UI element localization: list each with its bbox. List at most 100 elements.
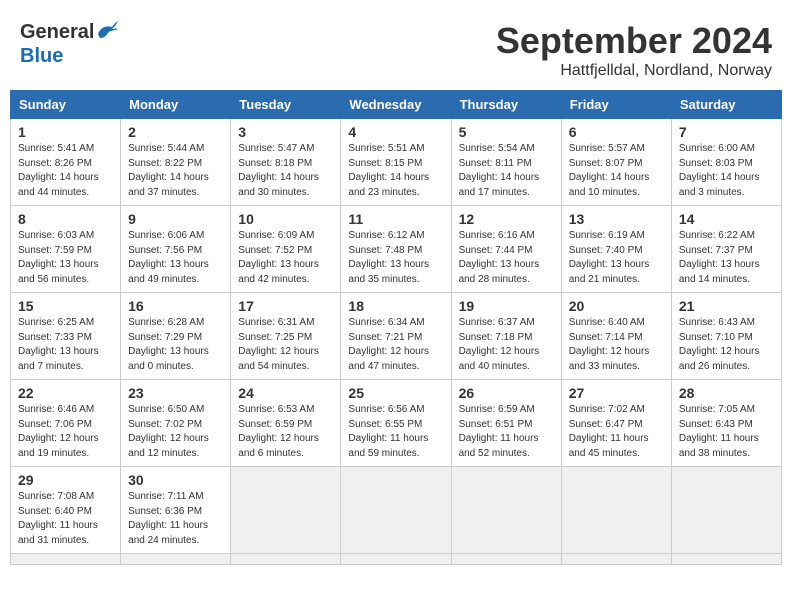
calendar-cell (11, 554, 121, 565)
day-number: 9 (128, 211, 223, 227)
calendar-cell (561, 467, 671, 554)
day-number: 25 (348, 385, 443, 401)
calendar-cell: 30 Sunrise: 7:11 AMSunset: 6:36 PMDayligh… (121, 467, 231, 554)
day-info: Sunrise: 6:06 AMSunset: 7:56 PMDaylight:… (128, 229, 223, 287)
day-number: 8 (18, 211, 113, 227)
calendar-cell: 22Sunrise: 6:46 AMSunset: 7:06 PMDayligh… (11, 380, 121, 467)
day-number: 14 (679, 211, 774, 227)
calendar-cell: 6 Sunrise: 5:57 AMSunset: 8:07 PMDaylight… (561, 119, 671, 206)
day-info: Sunrise: 5:51 AMSunset: 8:15 PMDaylight:… (348, 142, 443, 200)
day-number: 21 (679, 298, 774, 314)
calendar-cell: 16Sunrise: 6:28 AMSunset: 7:29 PMDayligh… (121, 293, 231, 380)
day-number: 12 (459, 211, 554, 227)
day-info: Sunrise: 7:11 AMSunset: 6:36 PMDaylight:… (128, 490, 223, 548)
day-number: 18 (348, 298, 443, 314)
day-number: 29 (18, 472, 113, 488)
day-info: Sunrise: 6:50 AMSunset: 7:02 PMDaylight:… (128, 403, 223, 461)
day-number: 24 (238, 385, 333, 401)
calendar-cell: 9 Sunrise: 6:06 AMSunset: 7:56 PMDaylight… (121, 206, 231, 293)
calendar-row: 29 Sunrise: 7:08 AMSunset: 6:40 PMDayligh… (11, 467, 782, 554)
day-number: 7 (679, 124, 774, 140)
logo-bird-icon (96, 20, 118, 45)
day-number: 30 (128, 472, 223, 488)
calendar-cell: 15 Sunrise: 6:25 AMSunset: 7:33 PMDayligh… (11, 293, 121, 380)
weekday-header: Wednesday (341, 91, 451, 119)
day-info: Sunrise: 7:05 AMSunset: 6:43 PMDaylight:… (679, 403, 774, 461)
day-number: 19 (459, 298, 554, 314)
day-number: 1 (18, 124, 113, 140)
day-info: Sunrise: 6:22 AMSunset: 7:37 PMDaylight:… (679, 229, 774, 287)
calendar-cell (451, 554, 561, 565)
location: Hattfjelldal, Nordland, Norway (496, 62, 772, 80)
day-info: Sunrise: 6:09 AMSunset: 7:52 PMDaylight:… (238, 229, 333, 287)
calendar-cell: 1 Sunrise: 5:41 AMSunset: 8:26 PMDaylight… (11, 119, 121, 206)
calendar-cell (231, 467, 341, 554)
calendar-cell: 24 Sunrise: 6:53 AMSunset: 6:59 PMDayligh… (231, 380, 341, 467)
day-number: 4 (348, 124, 443, 140)
calendar-row: 15 Sunrise: 6:25 AMSunset: 7:33 PMDayligh… (11, 293, 782, 380)
calendar-cell: 29 Sunrise: 7:08 AMSunset: 6:40 PMDayligh… (11, 467, 121, 554)
day-info: Sunrise: 7:08 AMSunset: 6:40 PMDaylight:… (18, 490, 113, 548)
calendar-table: SundayMondayTuesdayWednesdayThursdayFrid… (10, 90, 782, 565)
weekday-header: Saturday (671, 91, 781, 119)
day-info: Sunrise: 6:12 AMSunset: 7:48 PMDaylight:… (348, 229, 443, 287)
day-number: 13 (569, 211, 664, 227)
day-info: Sunrise: 6:37 AMSunset: 7:18 PMDaylight:… (459, 316, 554, 374)
calendar-cell: 17Sunrise: 6:31 AMSunset: 7:25 PMDayligh… (231, 293, 341, 380)
day-info: Sunrise: 6:00 AMSunset: 8:03 PMDaylight:… (679, 142, 774, 200)
day-number: 6 (569, 124, 664, 140)
day-info: Sunrise: 5:44 AMSunset: 8:22 PMDaylight:… (128, 142, 223, 200)
day-info: Sunrise: 6:25 AMSunset: 7:33 PMDaylight:… (18, 316, 113, 374)
day-number: 15 (18, 298, 113, 314)
day-info: Sunrise: 7:02 AMSunset: 6:47 PMDaylight:… (569, 403, 664, 461)
calendar-cell: 3Sunrise: 5:47 AMSunset: 8:18 PMDaylight… (231, 119, 341, 206)
calendar-cell: 25Sunrise: 6:56 AMSunset: 6:55 PMDayligh… (341, 380, 451, 467)
day-info: Sunrise: 6:34 AMSunset: 7:21 PMDaylight:… (348, 316, 443, 374)
day-info: Sunrise: 6:43 AMSunset: 7:10 PMDaylight:… (679, 316, 774, 374)
calendar-row: 1 Sunrise: 5:41 AMSunset: 8:26 PMDaylight… (11, 119, 782, 206)
day-number: 28 (679, 385, 774, 401)
logo-blue: Blue (20, 45, 63, 67)
calendar-cell (671, 554, 781, 565)
calendar-cell: 20Sunrise: 6:40 AMSunset: 7:14 PMDayligh… (561, 293, 671, 380)
calendar-cell (671, 467, 781, 554)
calendar-cell: 26 Sunrise: 6:59 AMSunset: 6:51 PMDayligh… (451, 380, 561, 467)
day-info: Sunrise: 5:41 AMSunset: 8:26 PMDaylight:… (18, 142, 113, 200)
day-info: Sunrise: 6:59 AMSunset: 6:51 PMDaylight:… (459, 403, 554, 461)
weekday-header: Thursday (451, 91, 561, 119)
day-info: Sunrise: 6:03 AMSunset: 7:59 PMDaylight:… (18, 229, 113, 287)
page-header: General Blue September 2024 Hattfjelldal… (10, 10, 782, 85)
calendar-cell: 11Sunrise: 6:12 AMSunset: 7:48 PMDayligh… (341, 206, 451, 293)
day-info: Sunrise: 5:54 AMSunset: 8:11 PMDaylight:… (459, 142, 554, 200)
day-info: Sunrise: 6:40 AMSunset: 7:14 PMDaylight:… (569, 316, 664, 374)
day-number: 27 (569, 385, 664, 401)
day-number: 23 (128, 385, 223, 401)
day-number: 10 (238, 211, 333, 227)
calendar-cell (451, 467, 561, 554)
calendar-cell: 4 Sunrise: 5:51 AMSunset: 8:15 PMDaylight… (341, 119, 451, 206)
day-info: Sunrise: 6:31 AMSunset: 7:25 PMDaylight:… (238, 316, 333, 374)
calendar-cell: 19 Sunrise: 6:37 AMSunset: 7:18 PMDayligh… (451, 293, 561, 380)
calendar-row (11, 554, 782, 565)
calendar-cell (561, 554, 671, 565)
calendar-cell (341, 554, 451, 565)
calendar-cell (341, 467, 451, 554)
calendar-row: 8 Sunrise: 6:03 AMSunset: 7:59 PMDaylight… (11, 206, 782, 293)
calendar-cell (231, 554, 341, 565)
day-number: 16 (128, 298, 223, 314)
day-info: Sunrise: 5:47 AMSunset: 8:18 PMDaylight:… (238, 142, 333, 200)
calendar-row: 22Sunrise: 6:46 AMSunset: 7:06 PMDayligh… (11, 380, 782, 467)
calendar-cell: 23 Sunrise: 6:50 AMSunset: 7:02 PMDayligh… (121, 380, 231, 467)
title-block: September 2024 Hattfjelldal, Nordland, N… (496, 20, 772, 80)
day-number: 26 (459, 385, 554, 401)
day-info: Sunrise: 6:19 AMSunset: 7:40 PMDaylight:… (569, 229, 664, 287)
day-info: Sunrise: 6:16 AMSunset: 7:44 PMDaylight:… (459, 229, 554, 287)
day-info: Sunrise: 5:57 AMSunset: 8:07 PMDaylight:… (569, 142, 664, 200)
month-title: September 2024 (496, 20, 772, 62)
weekday-header: Tuesday (231, 91, 341, 119)
day-info: Sunrise: 6:53 AMSunset: 6:59 PMDaylight:… (238, 403, 333, 461)
calendar-cell (121, 554, 231, 565)
calendar-cell: 8 Sunrise: 6:03 AMSunset: 7:59 PMDaylight… (11, 206, 121, 293)
calendar-cell: 10 Sunrise: 6:09 AMSunset: 7:52 PMDayligh… (231, 206, 341, 293)
calendar-cell: 12 Sunrise: 6:16 AMSunset: 7:44 PMDayligh… (451, 206, 561, 293)
